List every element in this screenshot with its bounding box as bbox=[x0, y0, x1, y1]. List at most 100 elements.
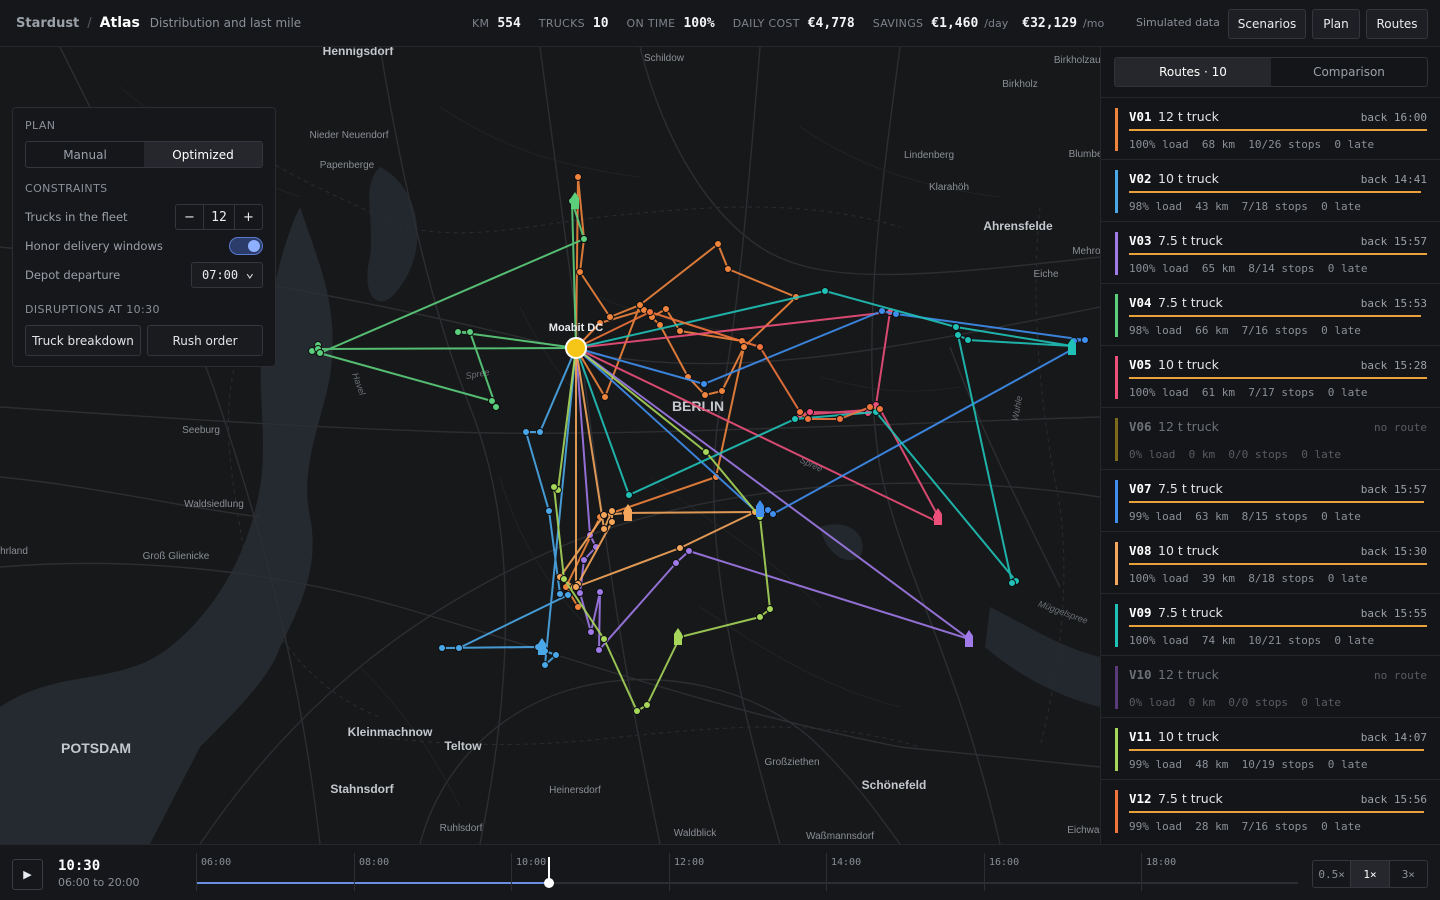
route-v08[interactable] bbox=[556, 344, 759, 591]
rush-order-button[interactable]: Rush order bbox=[147, 325, 263, 356]
stop-marker[interactable] bbox=[676, 544, 684, 552]
stop-marker[interactable] bbox=[756, 343, 764, 351]
vehicle-card[interactable]: V05 10 t truck back 15:28 100% load 61 km 7… bbox=[1101, 345, 1440, 407]
stop-marker[interactable] bbox=[600, 635, 608, 643]
stop-marker[interactable] bbox=[541, 661, 549, 669]
stop-marker[interactable] bbox=[672, 559, 680, 567]
stop-marker[interactable] bbox=[878, 307, 886, 315]
stop-marker[interactable] bbox=[600, 525, 608, 533]
stop-marker[interactable] bbox=[600, 511, 608, 519]
stop-marker[interactable] bbox=[952, 323, 960, 331]
stop-marker[interactable] bbox=[492, 403, 500, 411]
stop-marker[interactable] bbox=[701, 391, 709, 399]
vehicle-card[interactable]: V01 12 t truck back 16:00 100% load 68 km 1… bbox=[1101, 97, 1440, 159]
stop-marker[interactable] bbox=[625, 491, 633, 499]
stop-marker[interactable] bbox=[796, 408, 804, 416]
stop-marker[interactable] bbox=[580, 235, 588, 243]
vehicle-card[interactable]: V10 12 t truck no route 0% load 0 km 0/0 st… bbox=[1101, 655, 1440, 717]
stop-marker[interactable] bbox=[564, 591, 572, 599]
stop-marker[interactable] bbox=[700, 380, 708, 388]
timeline-handle[interactable] bbox=[544, 878, 554, 888]
vehicle-card[interactable]: V12 7.5 t truck back 15:56 99% load 28 km 7… bbox=[1101, 779, 1440, 841]
stop-marker[interactable] bbox=[766, 605, 774, 613]
plan-button[interactable]: Plan bbox=[1312, 9, 1360, 39]
stop-marker[interactable] bbox=[740, 343, 748, 351]
stop-marker[interactable] bbox=[643, 701, 651, 709]
routes-button[interactable]: Routes bbox=[1366, 9, 1428, 39]
timeline-scrubber[interactable]: 06:00 08:00 10:00 12:00 14:00 16:00 18:00 bbox=[196, 853, 1298, 895]
truck-position-icon[interactable] bbox=[756, 500, 764, 517]
stop-marker[interactable] bbox=[606, 313, 614, 321]
stop-marker[interactable] bbox=[702, 448, 710, 456]
stop-marker[interactable] bbox=[685, 547, 693, 555]
stop-marker[interactable] bbox=[718, 387, 726, 395]
vehicle-card[interactable]: V02 10 t truck back 14:41 98% load 43 km 7/… bbox=[1101, 159, 1440, 221]
stop-marker[interactable] bbox=[714, 240, 722, 248]
vehicle-card[interactable]: V07 7.5 t truck back 15:57 99% load 63 km 8… bbox=[1101, 469, 1440, 531]
stop-marker[interactable] bbox=[1081, 336, 1089, 344]
stop-marker[interactable] bbox=[954, 331, 962, 339]
stop-marker[interactable] bbox=[601, 393, 609, 401]
stop-marker[interactable] bbox=[587, 628, 595, 636]
depot-departure-select[interactable]: 07:00 ⌄ bbox=[191, 262, 263, 288]
stop-marker[interactable] bbox=[580, 556, 588, 564]
stop-marker[interactable] bbox=[550, 483, 558, 491]
route-v04[interactable] bbox=[308, 197, 588, 411]
vehicle-card[interactable]: V06 12 t truck no route 0% load 0 km 0/0 st… bbox=[1101, 407, 1440, 469]
stop-marker[interactable] bbox=[791, 415, 799, 423]
tab-routes[interactable]: Routes · 10 bbox=[1115, 58, 1271, 86]
stop-marker[interactable] bbox=[821, 287, 829, 295]
route-v02[interactable] bbox=[438, 344, 580, 669]
stop-marker[interactable] bbox=[646, 308, 654, 316]
stop-marker[interactable] bbox=[964, 336, 972, 344]
stop-marker[interactable] bbox=[636, 301, 644, 309]
speed-option[interactable]: 3× bbox=[1388, 861, 1427, 887]
route-map[interactable]: Hennigsdorf Schildow Birkholzaue Birkholz Bl… bbox=[0, 47, 1100, 844]
stop-marker[interactable] bbox=[560, 575, 568, 583]
stop-marker[interactable] bbox=[608, 507, 616, 515]
stop-marker[interactable] bbox=[438, 644, 446, 652]
truck-position-icon[interactable] bbox=[965, 630, 973, 647]
stop-marker[interactable] bbox=[633, 707, 641, 715]
stop-marker[interactable] bbox=[455, 644, 463, 652]
stop-marker[interactable] bbox=[466, 328, 474, 336]
truck-position-icon[interactable] bbox=[538, 638, 546, 655]
stop-marker[interactable] bbox=[536, 428, 544, 436]
stop-marker[interactable] bbox=[572, 583, 580, 591]
stop-marker[interactable] bbox=[662, 305, 670, 313]
stop-marker[interactable] bbox=[596, 588, 604, 596]
delivery-windows-toggle[interactable] bbox=[229, 237, 263, 255]
route-v09[interactable] bbox=[572, 287, 1076, 587]
speed-option[interactable]: 1× bbox=[1350, 861, 1389, 887]
fleet-increment-button[interactable]: + bbox=[234, 205, 262, 229]
vehicle-card[interactable]: V11 10 t truck back 14:07 99% load 48 km 10… bbox=[1101, 717, 1440, 779]
stop-marker[interactable] bbox=[556, 590, 564, 598]
vehicle-card[interactable]: V09 7.5 t truck back 15:55 100% load 74 km … bbox=[1101, 593, 1440, 655]
stop-marker[interactable] bbox=[595, 646, 603, 654]
truck-breakdown-button[interactable]: Truck breakdown bbox=[25, 325, 141, 356]
stop-marker[interactable] bbox=[316, 349, 324, 357]
org-name[interactable]: Stardust bbox=[16, 16, 79, 31]
stop-marker[interactable] bbox=[876, 405, 884, 413]
truck-position-icon[interactable] bbox=[674, 628, 682, 645]
speed-option[interactable]: 0.5× bbox=[1313, 861, 1350, 887]
fleet-size-value[interactable]: 12 bbox=[204, 205, 234, 229]
vehicle-card[interactable]: V04 7.5 t truck back 15:53 98% load 66 km 7… bbox=[1101, 283, 1440, 345]
vehicle-card[interactable]: V03 7.5 t truck back 15:57 100% load 65 km … bbox=[1101, 221, 1440, 283]
stop-marker[interactable] bbox=[866, 403, 874, 411]
stop-marker[interactable] bbox=[454, 328, 462, 336]
stop-marker[interactable] bbox=[836, 415, 844, 423]
app-name[interactable]: Atlas bbox=[100, 15, 140, 31]
stop-marker[interactable] bbox=[756, 613, 764, 621]
mode-manual-button[interactable]: Manual bbox=[26, 142, 144, 167]
fleet-decrement-button[interactable]: − bbox=[176, 205, 204, 229]
stop-marker[interactable] bbox=[1008, 579, 1016, 587]
stop-marker[interactable] bbox=[552, 651, 560, 659]
stop-marker[interactable] bbox=[576, 268, 584, 276]
stop-marker[interactable] bbox=[522, 428, 530, 436]
stop-marker[interactable] bbox=[545, 507, 553, 515]
mode-optimized-button[interactable]: Optimized bbox=[144, 142, 262, 167]
vehicle-card[interactable]: V08 10 t truck back 15:30 100% load 39 km 8… bbox=[1101, 531, 1440, 593]
scenarios-button[interactable]: Scenarios bbox=[1228, 9, 1306, 39]
stop-marker[interactable] bbox=[608, 518, 616, 526]
